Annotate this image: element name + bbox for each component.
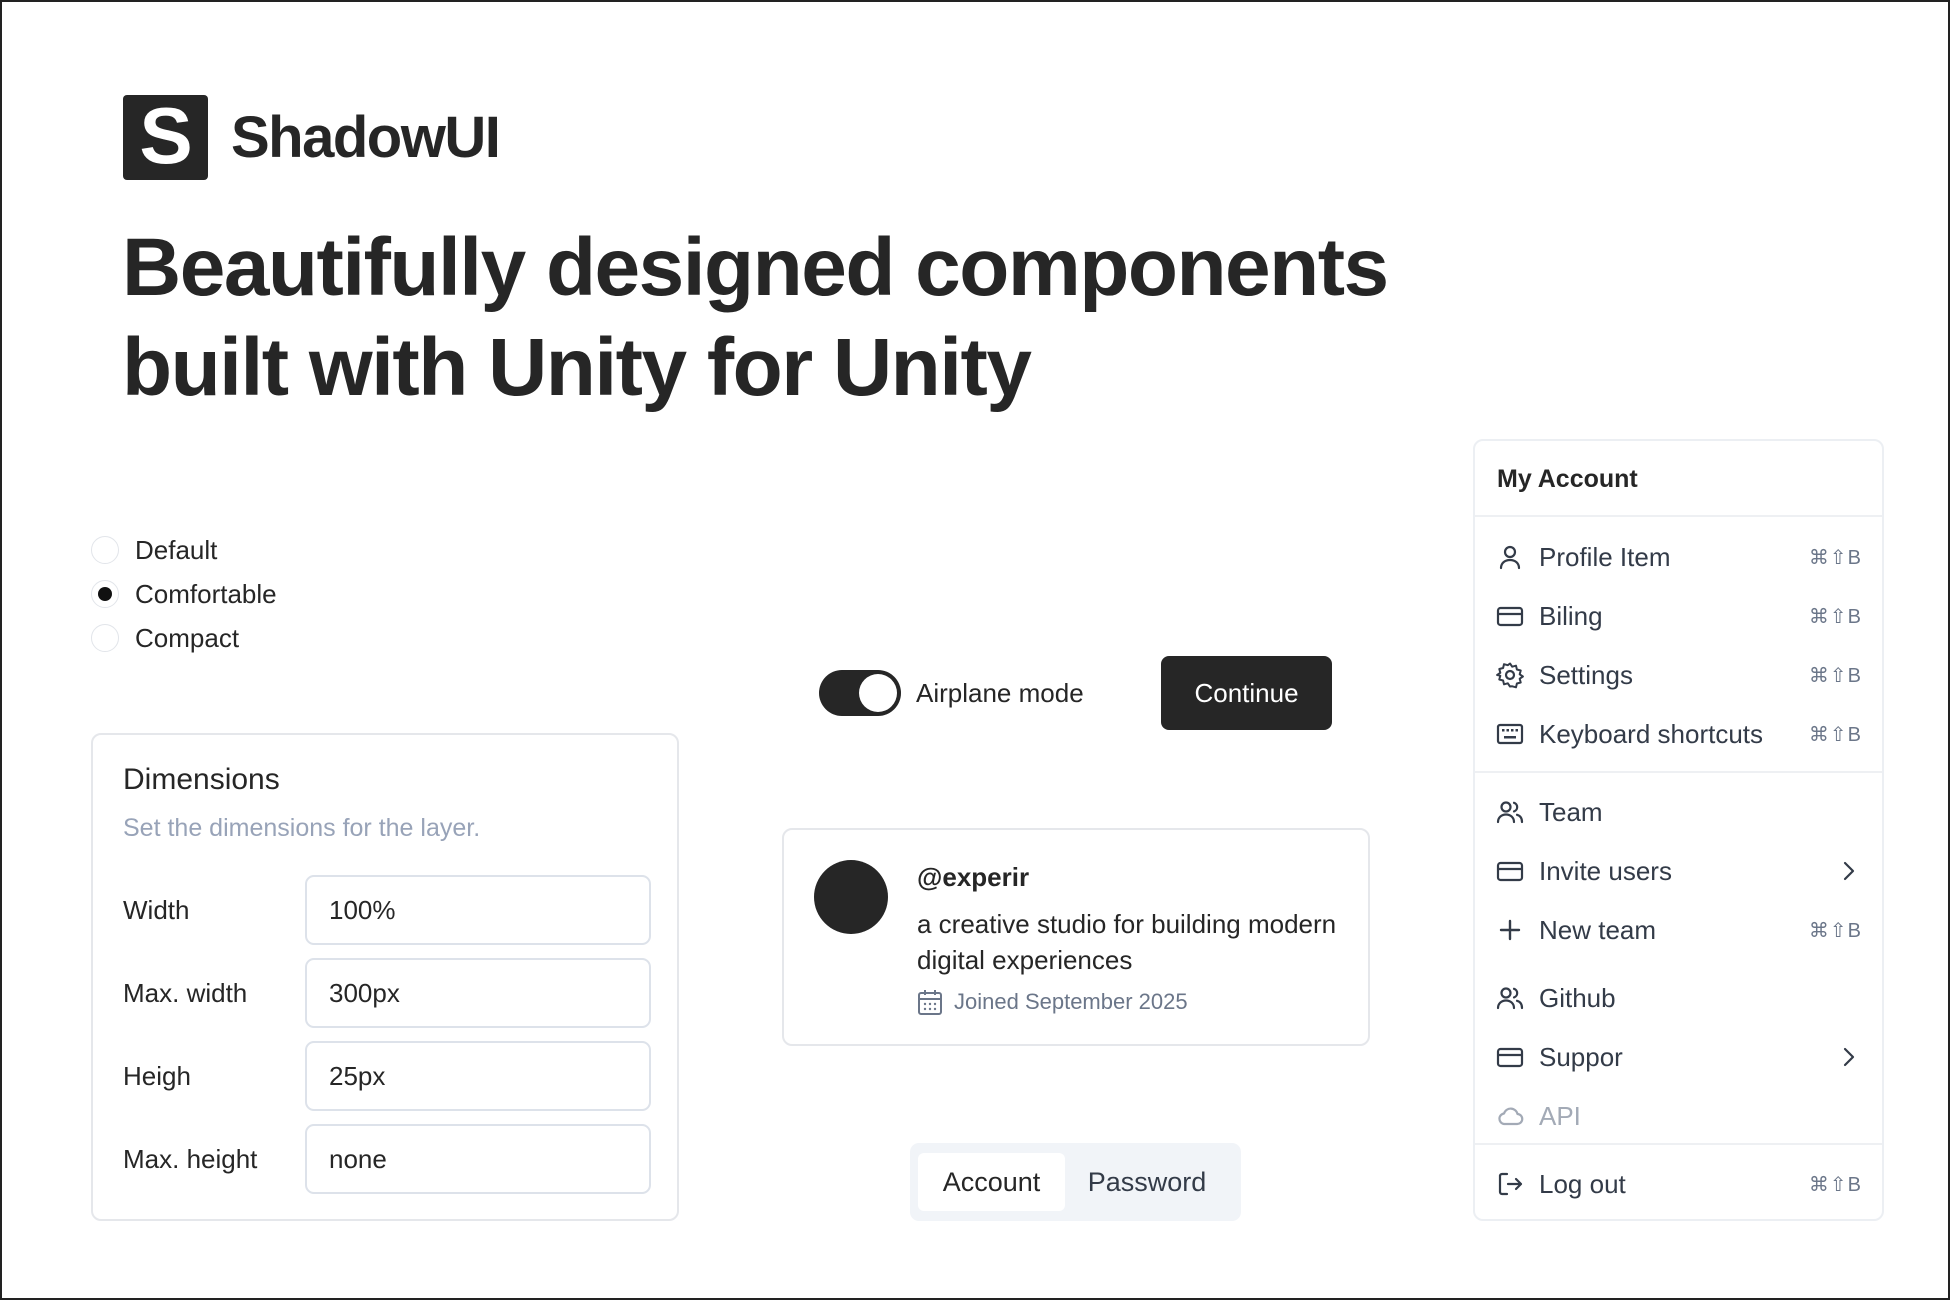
menu-item-new-team[interactable]: New team ⌘⇧B (1495, 905, 1862, 955)
width-input[interactable] (305, 875, 651, 945)
menu-item-team[interactable]: Team (1495, 787, 1862, 837)
menu-item-keyboard-shortcuts[interactable]: Keyboard shortcuts ⌘⇧B (1495, 709, 1862, 759)
radio-option-compact[interactable]: Compact (91, 616, 277, 660)
menu-item-api: API (1495, 1091, 1862, 1141)
max-height-input[interactable] (305, 1124, 651, 1194)
tab-password[interactable]: Password (1065, 1153, 1229, 1211)
page-headline: Beautifully designed components built wi… (122, 218, 1522, 418)
radio-button[interactable] (91, 536, 119, 564)
airplane-mode-switch[interactable]: Airplane mode (819, 670, 1084, 716)
profile-handle: @experir (917, 862, 1030, 892)
width-row: Width (123, 875, 651, 945)
svg-text:S: S (139, 99, 192, 177)
radio-button[interactable] (91, 624, 119, 652)
cloud-icon (1495, 1101, 1525, 1131)
max-width-label: Max. width (123, 977, 248, 1008)
height-input[interactable] (305, 1041, 651, 1111)
menu-item-shortcut: ⌘⇧B (1808, 605, 1862, 628)
credit-card-icon (1495, 601, 1525, 631)
plus-icon (1495, 915, 1525, 945)
brand: S ShadowUI (123, 95, 501, 180)
menu-separator (1475, 771, 1882, 773)
menu-item-shortcut: ⌘⇧B (1808, 664, 1862, 687)
menu-item-shortcut: ⌘⇧B (1808, 1173, 1862, 1196)
profile-card: @experir a creative studio for building … (782, 828, 1370, 1046)
max-width-row: Max. width (123, 958, 651, 1028)
menu-item-label: Log out (1539, 1168, 1626, 1199)
radio-label: Comfortable (135, 578, 277, 609)
menu-separator (1475, 515, 1882, 517)
users-icon (1495, 983, 1525, 1013)
tab-account[interactable]: Account (918, 1153, 1065, 1211)
keyboard-icon (1495, 719, 1525, 749)
dimensions-description: Set the dimensions for the layer. (123, 814, 481, 842)
headline-line-2: built with Unity for Unity (122, 322, 1032, 413)
menu-item-shortcut: ⌘⇧B (1808, 919, 1862, 942)
max-width-input[interactable] (305, 958, 651, 1028)
brand-name: ShadowUI (231, 104, 501, 170)
radio-button-checked[interactable] (91, 580, 119, 608)
radio-label: Default (135, 534, 218, 565)
menu-item-label: Biling (1539, 600, 1603, 631)
account-tabs: Account Password (910, 1143, 1241, 1221)
avatar (814, 860, 888, 934)
menu-item-label: Suppor (1539, 1041, 1623, 1072)
credit-card-icon (1495, 856, 1525, 886)
menu-item-label: New team (1539, 914, 1657, 945)
menu-item-label: Profile Item (1539, 541, 1671, 572)
brand-logo: S (123, 95, 208, 180)
account-dropdown-menu: My Account Profile Item ⌘⇧B Biling ⌘⇧B S… (1473, 439, 1884, 1221)
continue-button[interactable]: Continue (1161, 656, 1332, 730)
menu-item-log-out[interactable]: Log out ⌘⇧B (1495, 1159, 1862, 1209)
headline-line-1: Beautifully designed components (122, 222, 1389, 313)
users-icon (1495, 797, 1525, 827)
toggle-label: Airplane mode (916, 677, 1084, 708)
width-label: Width (123, 894, 190, 925)
menu-item-billing[interactable]: Biling ⌘⇧B (1495, 591, 1862, 641)
menu-item-invite-users[interactable]: Invite users (1495, 846, 1862, 896)
menu-item-label: Settings (1539, 659, 1633, 690)
chevron-right-icon (1843, 861, 1855, 881)
max-height-row: Max. height (123, 1124, 651, 1194)
calendar-icon (918, 990, 942, 1015)
menu-separator (1475, 1143, 1882, 1145)
menu-item-settings[interactable]: Settings ⌘⇧B (1495, 650, 1862, 700)
menu-item-label: API (1539, 1100, 1581, 1131)
radio-dot (98, 587, 112, 601)
height-label: Heigh (123, 1060, 191, 1091)
logo-letter-icon: S (139, 99, 192, 177)
user-icon (1495, 542, 1525, 572)
menu-item-support[interactable]: Suppor (1495, 1032, 1862, 1082)
menu-item-shortcut: ⌘⇧B (1808, 546, 1862, 569)
gear-icon (1495, 660, 1525, 690)
joined-text: Joined September 2025 (954, 989, 1188, 1014)
log-out-icon (1495, 1169, 1525, 1199)
menu-item-github[interactable]: Github (1495, 973, 1862, 1023)
radio-label: Compact (135, 622, 240, 653)
profile-bio: a creative studio for building modern di… (917, 909, 1337, 975)
density-radio-group: Default Comfortable Compact (91, 528, 277, 660)
menu-item-label: Github (1539, 982, 1616, 1013)
toggle-track[interactable] (819, 670, 901, 716)
menu-item-label: Keyboard shortcuts (1539, 718, 1764, 749)
max-height-label: Max. height (123, 1143, 258, 1174)
dimensions-card: Dimensions Set the dimensions for the la… (91, 733, 679, 1221)
menu-title: My Account (1497, 465, 1638, 493)
credit-card-icon (1495, 1042, 1525, 1072)
profile-joined: Joined September 2025 (917, 988, 1188, 1016)
dimensions-title: Dimensions (123, 763, 280, 796)
height-row: Heigh (123, 1041, 651, 1111)
radio-option-comfortable[interactable]: Comfortable (91, 572, 277, 616)
menu-item-shortcut: ⌘⇧B (1808, 723, 1862, 746)
chevron-right-icon (1843, 1047, 1855, 1067)
toggle-knob (859, 674, 897, 712)
menu-item-profile[interactable]: Profile Item ⌘⇧B (1495, 532, 1862, 582)
radio-option-default[interactable]: Default (91, 528, 277, 572)
menu-item-label: Invite users (1539, 855, 1672, 886)
menu-item-label: Team (1539, 796, 1603, 827)
